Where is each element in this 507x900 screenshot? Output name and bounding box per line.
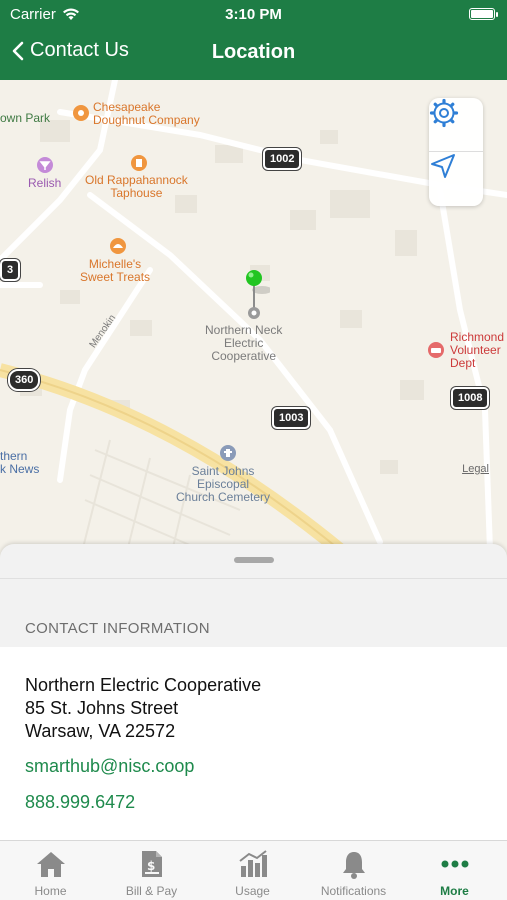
house-icon xyxy=(36,852,65,877)
poi-taphouse-line2: Taphouse xyxy=(110,186,163,200)
location-arrow-icon xyxy=(431,154,455,178)
top-bar: Carrier 3:10 PM Contact Us Location xyxy=(0,0,507,80)
poi-taphouse[interactable]: Old Rappahannock Taphouse xyxy=(85,174,188,200)
tab-bill-pay-label: Bill & Pay xyxy=(125,884,178,898)
poi-michelles-line2: Sweet Treats xyxy=(80,270,151,284)
poi-nnec-line3: Cooperative xyxy=(211,349,277,363)
section-header: CONTACT INFORMATION xyxy=(25,620,210,637)
sheet-grabber[interactable] xyxy=(234,557,274,563)
locate-me-button[interactable] xyxy=(429,152,483,206)
tab-home-label: Home xyxy=(34,884,67,898)
contact-city: Warsaw, VA 22572 xyxy=(25,721,176,741)
contact-name: Northern Electric Cooperative xyxy=(25,675,262,695)
cocktail-icon[interactable] xyxy=(36,156,54,174)
tab-usage[interactable]: Usage xyxy=(202,841,303,900)
mug-icon[interactable] xyxy=(130,154,148,172)
contact-email-link[interactable]: smarthub@nisc.coop xyxy=(25,756,194,777)
route-shield-1003: 1003 xyxy=(272,407,311,429)
poi-saint-johns[interactable]: Saint Johns Episcopal Church Cemetery xyxy=(176,465,270,504)
poi-michelles[interactable]: Michelle's Sweet Treats xyxy=(80,258,150,284)
gear-icon xyxy=(429,98,459,128)
poi-town-park[interactable]: own Park xyxy=(0,112,50,125)
route-shield-1008: 1008 xyxy=(451,387,490,409)
poi-stjohns-line3: Church Cemetery xyxy=(176,490,271,504)
tab-home[interactable]: Home xyxy=(0,841,101,900)
poi-richmond-line3: Dept xyxy=(450,356,476,370)
page-title: Location xyxy=(211,41,296,63)
map-controls xyxy=(429,98,483,206)
tab-more-label: More xyxy=(440,884,469,898)
poi-chesapeake-line2: Doughnut Company xyxy=(93,113,200,127)
fire-station-icon[interactable] xyxy=(427,341,445,359)
bell-icon xyxy=(342,852,365,879)
poi-relish[interactable]: Relish xyxy=(28,177,61,190)
poi-chesapeake[interactable]: Chesapeake Doughnut Company xyxy=(93,101,200,127)
tab-notifications[interactable]: Notifications xyxy=(303,841,404,900)
route-shield-360: 360 xyxy=(8,369,41,391)
route-shield-3: 3 xyxy=(0,259,21,281)
poi-northern-neck-electric[interactable]: Northern Neck Electric Cooperative xyxy=(205,324,282,363)
contact-sheet: CONTACT INFORMATION Northern Electric Co… xyxy=(0,544,507,840)
location-pin-icon[interactable] xyxy=(240,268,270,324)
tab-usage-label: Usage xyxy=(235,884,270,898)
bill-icon: $ xyxy=(141,851,162,877)
sheet-divider xyxy=(0,578,507,579)
church-icon[interactable] xyxy=(219,444,237,462)
map-settings-button[interactable] xyxy=(429,98,483,152)
tab-bill-pay[interactable]: $ Bill & Pay xyxy=(101,841,202,900)
poi-richmond-volunteer[interactable]: Richmond Volunteer Dept xyxy=(450,331,504,370)
poi-northern-news-line2: k News xyxy=(0,462,40,476)
battery-icon xyxy=(469,8,498,20)
contact-card: Northern Electric Cooperative 85 St. Joh… xyxy=(0,647,507,840)
route-shield-1002: 1002 xyxy=(263,148,302,170)
map-view[interactable]: own Park Chesapeake Doughnut Company Rel… xyxy=(0,80,507,560)
status-time: 3:10 PM xyxy=(225,6,282,23)
svg-text:$: $ xyxy=(147,859,155,873)
legal-link[interactable]: Legal xyxy=(462,463,489,475)
navigation-bar: Contact Us Location xyxy=(0,30,507,76)
tab-notifications-label: Notifications xyxy=(320,884,387,898)
doughnut-icon[interactable] xyxy=(72,104,90,122)
status-bar: Carrier 3:10 PM xyxy=(0,0,507,28)
more-dots-icon xyxy=(441,860,468,868)
chart-icon xyxy=(238,850,267,877)
contact-street: 85 St. Johns Street xyxy=(25,698,179,718)
contact-phone-link[interactable]: 888.999.6472 xyxy=(25,792,135,813)
poi-northern-news[interactable]: thern k News xyxy=(0,450,39,476)
tab-more[interactable]: More xyxy=(404,841,505,900)
bakery-icon[interactable] xyxy=(109,237,127,255)
tab-bar: Home $ Bill & Pay Usage Notifications Mo… xyxy=(0,840,507,900)
